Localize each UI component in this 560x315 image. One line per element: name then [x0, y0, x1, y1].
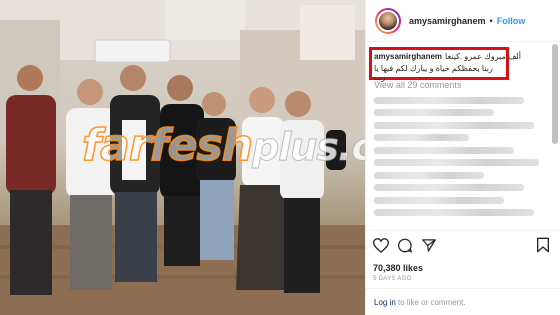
caption-line-1: ألف مبروك عمرو .كينغا	[445, 52, 522, 61]
scrollbar-thumb[interactable]	[552, 44, 558, 144]
post-header: amysamirghanem • Follow	[366, 0, 560, 42]
group-photo-illustration	[0, 0, 365, 315]
bookmark-icon[interactable]	[536, 237, 550, 258]
comment-icon[interactable]	[397, 238, 413, 258]
post-actions: 70,380 likes 5 DAYS AGO	[365, 230, 560, 282]
header-username[interactable]: amysamirghanem	[409, 16, 486, 26]
likes-count[interactable]: 70,380 likes	[373, 263, 423, 273]
share-icon[interactable]	[421, 238, 437, 258]
login-prompt-text: to like or comment.	[395, 298, 466, 307]
comments-scrollbar[interactable]	[552, 42, 558, 228]
avatar[interactable]	[375, 7, 401, 34]
heart-icon[interactable]	[372, 238, 390, 258]
post-photo[interactable]: farfeshplus.com	[0, 0, 365, 315]
login-link[interactable]: Log in	[374, 298, 396, 307]
caption-username[interactable]: amysamirghanem	[374, 52, 442, 61]
header-separator: •	[489, 15, 493, 26]
follow-button[interactable]: Follow	[497, 16, 526, 26]
post-time-ago[interactable]: 5 DAYS AGO	[373, 276, 412, 282]
view-all-comments-link[interactable]: View all 29 comments	[374, 80, 461, 90]
login-prompt: Log in to like or comment.	[365, 288, 560, 315]
